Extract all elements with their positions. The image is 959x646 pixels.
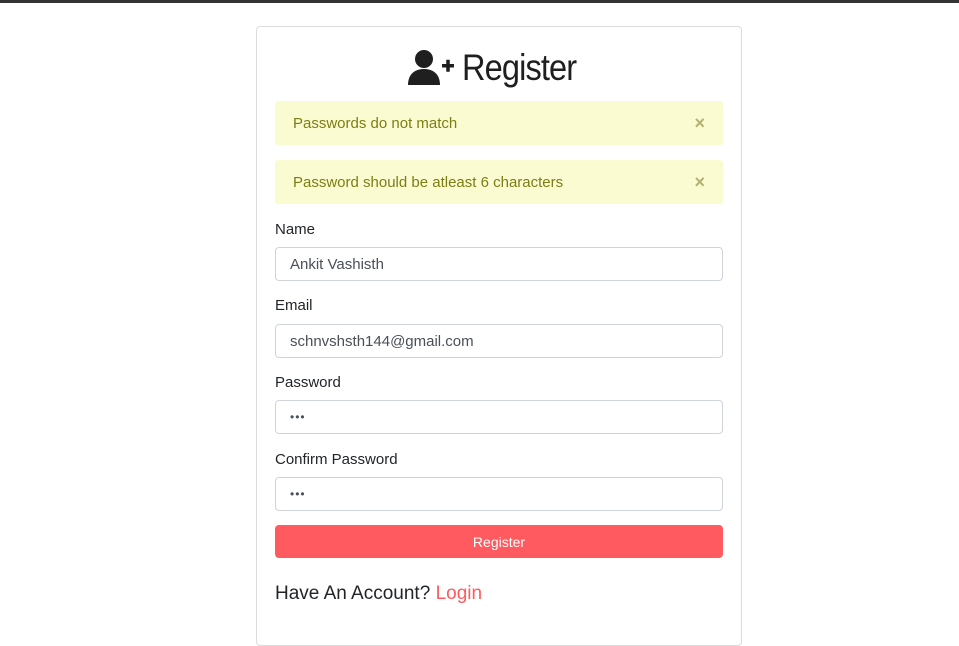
alert-password-mismatch: Passwords do not match × — [275, 101, 723, 145]
page-heading: Register — [257, 45, 743, 91]
alert-message: Passwords do not match — [293, 114, 458, 132]
login-prompt: Have An Account? Login — [275, 583, 482, 605]
login-prompt-text: Have An Account? — [275, 583, 431, 604]
confirm-password-label: Confirm Password — [275, 451, 398, 468]
password-field[interactable] — [275, 400, 723, 434]
page-title: Register — [462, 47, 577, 88]
confirm-password-field[interactable] — [275, 477, 723, 511]
email-field[interactable] — [275, 324, 723, 358]
email-label: Email — [275, 297, 313, 314]
register-card: Register Passwords do not match × Passwo… — [256, 26, 742, 646]
name-field[interactable] — [275, 247, 723, 281]
alert-password-length: Password should be atleast 6 characters … — [275, 160, 723, 204]
login-link[interactable]: Login — [436, 583, 483, 604]
user-plus-icon — [408, 49, 455, 87]
close-icon[interactable]: × — [694, 173, 705, 191]
top-bar — [0, 0, 959, 3]
close-icon[interactable]: × — [694, 114, 705, 132]
name-label: Name — [275, 221, 316, 238]
alert-message: Password should be atleast 6 characters — [293, 173, 564, 191]
register-button[interactable]: Register — [275, 525, 723, 558]
password-label: Password — [275, 374, 341, 391]
